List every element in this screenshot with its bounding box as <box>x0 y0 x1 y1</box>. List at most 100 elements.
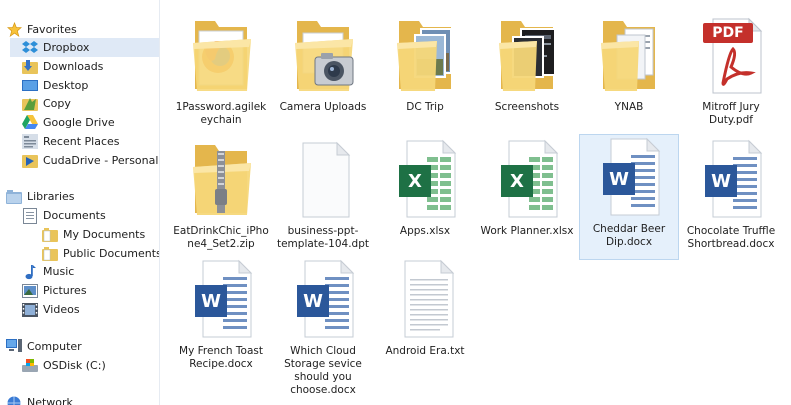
file-name: My French Toast Recipe.docx <box>179 345 263 370</box>
network-icon <box>6 395 22 405</box>
file-name: YNAB <box>614 101 644 113</box>
file-item[interactable]: W Which Cloud Storage sevice should you … <box>273 256 373 396</box>
copy-app-icon <box>22 96 38 112</box>
file-name: Mitroff Jury Duty.pdf <box>702 101 760 126</box>
nav-label: OSDisk (C:) <box>43 359 106 372</box>
music-icon <box>22 264 38 280</box>
file-item[interactable]: W Cheddar Beer Dip.docx <box>579 134 679 260</box>
word-file-icon: W <box>581 135 677 219</box>
folder-icon <box>42 246 58 262</box>
nav-label: Google Drive <box>43 116 115 129</box>
nav-label: Pictures <box>43 284 87 297</box>
nav-cudadrive[interactable]: CudaDrive - Personal I <box>22 151 160 170</box>
word-file-icon: W <box>683 137 779 221</box>
folder-icon <box>173 13 269 97</box>
nav-label: Downloads <box>43 60 104 73</box>
file-item[interactable]: X Apps.xlsx <box>375 136 475 262</box>
nav-label: Recent Places <box>43 135 120 148</box>
word-file-icon: W <box>173 257 269 341</box>
word-badge: W <box>303 290 323 312</box>
excel-file-icon: X <box>479 137 575 221</box>
nav-label: Desktop <box>43 79 89 92</box>
file-name: Android Era.txt <box>385 345 465 357</box>
file-name: Camera Uploads <box>279 101 367 113</box>
file-item[interactable]: Screenshots <box>477 12 577 138</box>
excel-file-icon: X <box>377 137 473 221</box>
nav-public-documents[interactable]: Public Documents <box>42 244 159 263</box>
nav-label: Computer <box>27 340 82 353</box>
file-name: Apps.xlsx <box>399 225 451 237</box>
navigation-pane[interactable]: Favorites Dropbox Downloads Desktop Copy… <box>0 0 160 405</box>
nav-label: Music <box>43 265 75 278</box>
nav-copy[interactable]: Copy <box>22 94 158 113</box>
nav-label: Favorites <box>27 23 77 36</box>
file-item[interactable]: PDF Mitroff Jury Duty.pdf <box>681 12 781 138</box>
word-file-icon: W <box>275 257 371 341</box>
file-item[interactable]: Camera Uploads <box>273 12 373 138</box>
nav-network[interactable]: Network <box>6 393 156 405</box>
disk-icon <box>22 358 38 374</box>
file-item[interactable]: Android Era.txt <box>375 256 475 382</box>
nav-recent-places[interactable]: Recent Places <box>22 132 158 151</box>
nav-computer[interactable]: Computer <box>6 337 156 356</box>
word-badge: W <box>201 290 221 312</box>
file-name: Cheddar Beer Dip.docx <box>592 223 666 248</box>
file-item[interactable]: EatDrinkChic_iPhone4_Set2.zip <box>171 136 271 262</box>
excel-badge: X <box>510 170 524 192</box>
nav-documents[interactable]: Documents <box>22 206 158 225</box>
word-badge: W <box>711 170 731 192</box>
recent-places-icon <box>22 134 38 150</box>
file-name: Chocolate Truffle Shortbread.docx <box>686 225 776 250</box>
nav-label: Network <box>27 396 73 405</box>
nav-pictures[interactable]: Pictures <box>22 281 158 300</box>
file-list[interactable]: 1Password.agilekeychain Camera Uploads D… <box>161 0 791 405</box>
file-name: Screenshots <box>494 101 560 113</box>
file-name: DC Trip <box>406 101 444 113</box>
nav-label: Videos <box>43 303 80 316</box>
folder-icon <box>275 13 371 97</box>
cudadrive-icon <box>22 153 38 169</box>
file-item[interactable]: 1Password.agilekeychain <box>171 12 271 138</box>
videos-icon <box>22 302 38 318</box>
file-item[interactable]: YNAB <box>579 12 679 138</box>
file-item[interactable]: business-ppt-template-104.dpt <box>273 136 373 262</box>
nav-music[interactable]: Music <box>22 262 158 281</box>
pdf-badge: PDF <box>712 25 744 41</box>
text-file-icon <box>377 257 473 341</box>
nav-desktop[interactable]: Desktop <box>22 76 158 95</box>
star-icon <box>6 22 22 38</box>
nav-dropbox[interactable]: Dropbox <box>10 38 159 57</box>
google-drive-icon <box>22 115 38 131</box>
pictures-icon <box>22 283 38 299</box>
file-item[interactable]: X Work Planner.xlsx <box>477 136 577 262</box>
nav-favorites[interactable]: Favorites <box>6 20 156 39</box>
nav-videos[interactable]: Videos <box>22 300 158 319</box>
nav-downloads[interactable]: Downloads <box>22 57 158 76</box>
file-item[interactable]: W My French Toast Recipe.docx <box>171 256 271 382</box>
file-name: Which Cloud Storage sevice should you ch… <box>284 345 362 396</box>
nav-label: My Documents <box>63 228 146 241</box>
folder-icon <box>377 13 473 97</box>
zip-folder-icon <box>173 137 269 221</box>
nav-google-drive[interactable]: Google Drive <box>22 113 158 132</box>
file-name: EatDrinkChic_iPhone4_Set2.zip <box>173 225 269 250</box>
file-item[interactable]: DC Trip <box>375 12 475 138</box>
file-name: 1Password.agilekeychain <box>175 101 267 126</box>
nav-my-documents[interactable]: My Documents <box>42 225 159 244</box>
dropbox-icon <box>22 40 38 56</box>
desktop-icon <box>22 78 38 94</box>
blank-file-icon <box>275 137 371 221</box>
folder-icon <box>42 227 58 243</box>
nav-osdisk[interactable]: OSDisk (C:) <box>22 356 158 375</box>
nav-label: CudaDrive - Personal I <box>43 154 160 167</box>
excel-badge: X <box>408 170 422 192</box>
file-item[interactable]: W Chocolate Truffle Shortbread.docx <box>681 136 781 262</box>
file-name: business-ppt-template-104.dpt <box>276 225 369 250</box>
nav-label: Documents <box>43 209 106 222</box>
libraries-icon <box>6 189 22 205</box>
nav-label: Dropbox <box>43 41 90 54</box>
file-name: Work Planner.xlsx <box>480 225 574 237</box>
pdf-file-icon: PDF <box>683 13 779 97</box>
nav-label: Copy <box>43 97 71 110</box>
nav-libraries[interactable]: Libraries <box>6 187 156 206</box>
